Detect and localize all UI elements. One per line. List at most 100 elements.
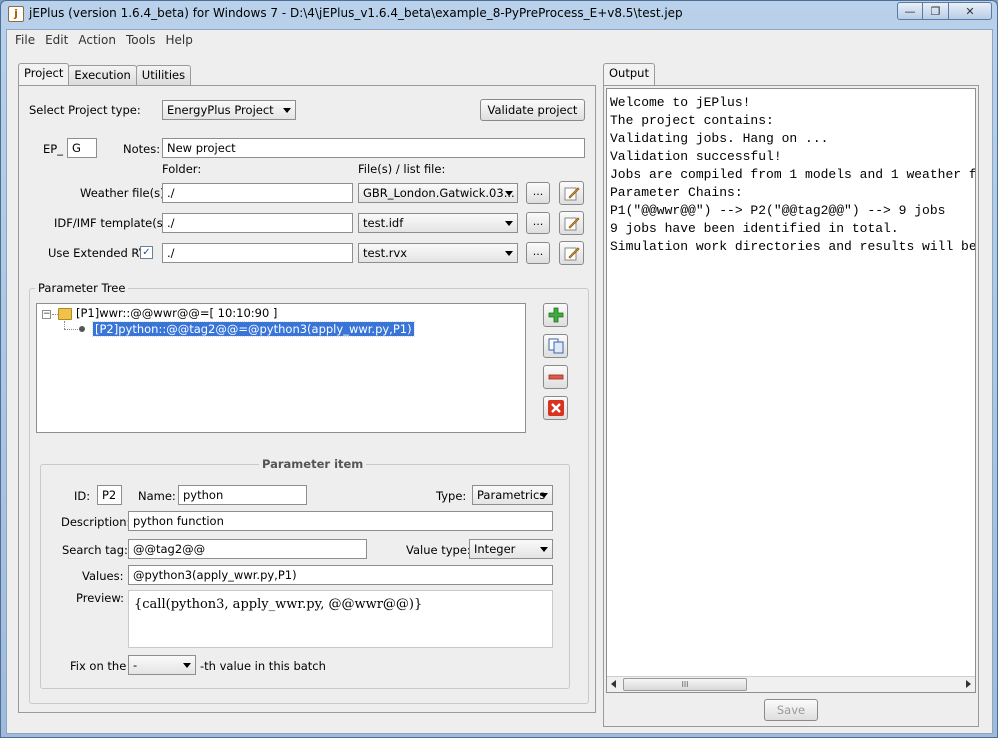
param-id-label: ID: bbox=[74, 489, 91, 503]
project-tab-body: Select Project type: EnergyPlus Project … bbox=[18, 85, 596, 713]
param-search-tag-field[interactable]: @@tag2@@ bbox=[128, 539, 367, 559]
notes-field[interactable]: New project bbox=[162, 138, 585, 158]
param-preview-area[interactable]: {call(python3, apply_wwr.py, @@wwr@@)} bbox=[128, 590, 553, 648]
client-area: File Edit Action Tools Help Project Exec… bbox=[6, 29, 993, 734]
param-description-label: Description: bbox=[61, 515, 131, 529]
menu-bar: File Edit Action Tools Help bbox=[7, 30, 992, 50]
chevron-down-icon bbox=[183, 663, 191, 668]
output-line: 9 jobs have been identified in total. bbox=[610, 221, 899, 236]
chevron-down-icon bbox=[540, 493, 548, 498]
menu-help[interactable]: Help bbox=[161, 33, 198, 47]
add-parameter-button[interactable] bbox=[543, 303, 568, 327]
param-value-type-label: Value type: bbox=[406, 543, 471, 557]
output-line: P1("@@wwr@@") --> P2("@@tag2@@") --> 9 j… bbox=[610, 203, 946, 218]
edit-icon bbox=[564, 187, 580, 201]
output-horizontal-scrollbar[interactable]: lll bbox=[607, 676, 975, 692]
output-line: Validating jobs. Hang on ... bbox=[610, 131, 829, 146]
param-description-field[interactable]: python function bbox=[128, 511, 553, 531]
delete-icon bbox=[547, 400, 564, 416]
tab-utilities[interactable]: Utilities bbox=[135, 65, 192, 85]
scroll-right-icon[interactable] bbox=[966, 680, 971, 688]
project-type-select[interactable]: EnergyPlus Project bbox=[162, 100, 296, 120]
idf-edit-button[interactable] bbox=[559, 211, 584, 235]
idf-file-select[interactable]: test.idf bbox=[358, 213, 518, 233]
tree-expander[interactable]: − bbox=[42, 310, 51, 319]
remove-parameter-button[interactable] bbox=[543, 365, 568, 389]
menu-edit[interactable]: Edit bbox=[40, 33, 73, 47]
param-preview-label: Preview: bbox=[76, 591, 125, 605]
validate-project-button[interactable]: Validate project bbox=[480, 99, 585, 121]
idf-browse-button[interactable]: ... bbox=[526, 212, 550, 234]
output-line: Validation successful! bbox=[610, 149, 782, 164]
idf-file-value: test.idf bbox=[363, 216, 404, 230]
scroll-left-icon[interactable] bbox=[611, 680, 616, 688]
weather-label: Weather file(s): bbox=[80, 186, 169, 200]
files-header: File(s) / list file: bbox=[358, 162, 446, 176]
chevron-down-icon bbox=[283, 108, 291, 113]
menu-action[interactable]: Action bbox=[73, 33, 121, 47]
tab-execution[interactable]: Execution bbox=[68, 65, 137, 85]
minus-icon bbox=[548, 374, 563, 380]
chevron-down-icon bbox=[505, 221, 513, 226]
close-icon: ✕ bbox=[965, 4, 975, 18]
ep-prefix-field[interactable]: G bbox=[67, 138, 97, 158]
fix-on-value: - bbox=[133, 658, 138, 672]
param-value-type-select[interactable]: Integer bbox=[469, 539, 553, 559]
title-bar[interactable]: j jEPlus (version 1.6.4_beta) for Window… bbox=[1, 1, 997, 27]
app-icon: j bbox=[8, 6, 24, 22]
rvi-folder-field[interactable]: ./ bbox=[162, 243, 353, 263]
minimize-button[interactable]: — bbox=[897, 2, 923, 20]
param-values-field[interactable]: @python3(apply_wwr.py,P1) bbox=[128, 565, 553, 585]
weather-folder-field[interactable]: ./ bbox=[162, 183, 353, 203]
param-id-field[interactable]: P2 bbox=[97, 485, 122, 505]
rvi-file-select[interactable]: test.rvx bbox=[358, 243, 518, 263]
idf-label: IDF/IMF template(s): bbox=[54, 216, 172, 230]
parameter-tree[interactable]: − [P1]wwr::@@wwr@@=[ 10:10:90 ] [P2]pyth… bbox=[36, 303, 526, 433]
fix-on-select[interactable]: - bbox=[128, 655, 196, 675]
output-line: Simulation work directories and results … bbox=[610, 239, 976, 254]
parameter-item-title: Parameter item bbox=[259, 457, 367, 471]
rvi-edit-button[interactable] bbox=[559, 241, 584, 265]
close-button[interactable]: ✕ bbox=[949, 2, 992, 20]
output-line: Jobs are compiled from 1 models and 1 we… bbox=[610, 167, 976, 182]
output-tab-bar: Output bbox=[603, 63, 655, 85]
chevron-down-icon bbox=[505, 251, 513, 256]
leaf-node-icon bbox=[79, 326, 85, 332]
param-type-value: Parametrics bbox=[477, 488, 546, 502]
chevron-down-icon bbox=[540, 547, 548, 552]
param-type-label: Type: bbox=[436, 489, 467, 503]
tab-output[interactable]: Output bbox=[603, 63, 655, 85]
output-line: Welcome to jEPlus! bbox=[610, 95, 751, 110]
notes-label: Notes: bbox=[123, 142, 161, 156]
tree-node-p2[interactable]: [P2]python::@@tag2@@=@python3(apply_wwr.… bbox=[92, 321, 415, 337]
weather-file-select[interactable]: GBR_London.Gatwick.03... bbox=[358, 183, 518, 203]
weather-browse-button[interactable]: ... bbox=[526, 182, 550, 204]
edit-icon bbox=[564, 247, 580, 261]
scrollbar-thumb[interactable]: lll bbox=[623, 678, 747, 691]
weather-file-value: GBR_London.Gatwick.03... bbox=[363, 186, 515, 200]
save-output-button[interactable]: Save bbox=[764, 699, 818, 721]
delete-parameter-button[interactable] bbox=[543, 396, 568, 420]
menu-tools[interactable]: Tools bbox=[121, 33, 161, 47]
rvi-browse-button[interactable]: ... bbox=[526, 242, 550, 264]
rvi-label: Use Extended RVI bbox=[48, 246, 151, 260]
output-text-area[interactable]: Welcome to jEPlus! The project contains:… bbox=[606, 88, 976, 693]
rvi-file-value: test.rvx bbox=[363, 246, 408, 260]
param-type-select[interactable]: Parametrics bbox=[472, 485, 553, 505]
idf-folder-field[interactable]: ./ bbox=[162, 213, 353, 233]
param-name-field[interactable]: python bbox=[178, 485, 307, 505]
weather-edit-button[interactable] bbox=[559, 181, 584, 205]
folder-icon bbox=[58, 308, 72, 320]
param-name-label: Name: bbox=[138, 489, 176, 503]
checkmark-icon: ✓ bbox=[142, 247, 151, 258]
maximize-button[interactable]: ❐ bbox=[923, 2, 949, 20]
maximize-icon: ❐ bbox=[930, 4, 941, 18]
param-search-tag-label: Search tag: bbox=[62, 543, 128, 557]
menu-file[interactable]: File bbox=[10, 33, 40, 47]
rvi-checkbox[interactable]: ✓ bbox=[140, 246, 153, 259]
fix-on-suffix: -th value in this batch bbox=[200, 659, 326, 673]
copy-parameter-button[interactable] bbox=[543, 334, 568, 358]
fix-on-label: Fix on the bbox=[70, 659, 127, 673]
tab-project[interactable]: Project bbox=[18, 63, 70, 85]
tree-node-p1[interactable]: [P1]wwr::@@wwr@@=[ 10:10:90 ] bbox=[76, 306, 277, 320]
